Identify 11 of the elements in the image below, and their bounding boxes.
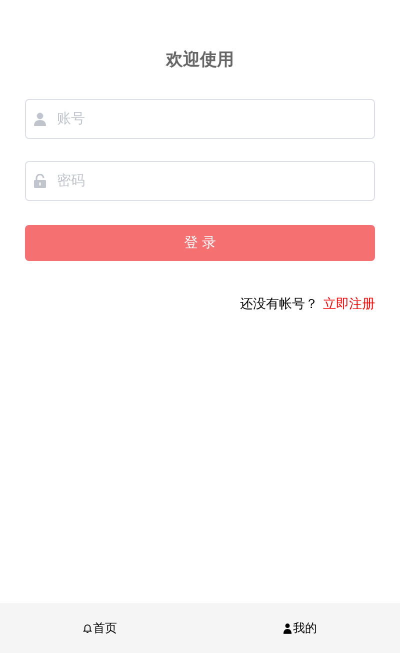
tab[interactable]: 我的 [200,603,400,653]
register-prompt: 还没有帐号？ [240,296,318,313]
tab-label: 首页 [93,620,117,636]
tab[interactable]: 首页 [0,603,200,653]
page-title: 欢迎使用 [166,49,234,72]
bell-icon [83,622,92,634]
password-field[interactable]: 密码 [25,161,375,201]
register-link[interactable]: 立即注册 [323,295,375,313]
user-icon [283,622,292,634]
account-field[interactable]: 账号 [25,99,375,139]
tab-label: 我的 [293,620,317,636]
